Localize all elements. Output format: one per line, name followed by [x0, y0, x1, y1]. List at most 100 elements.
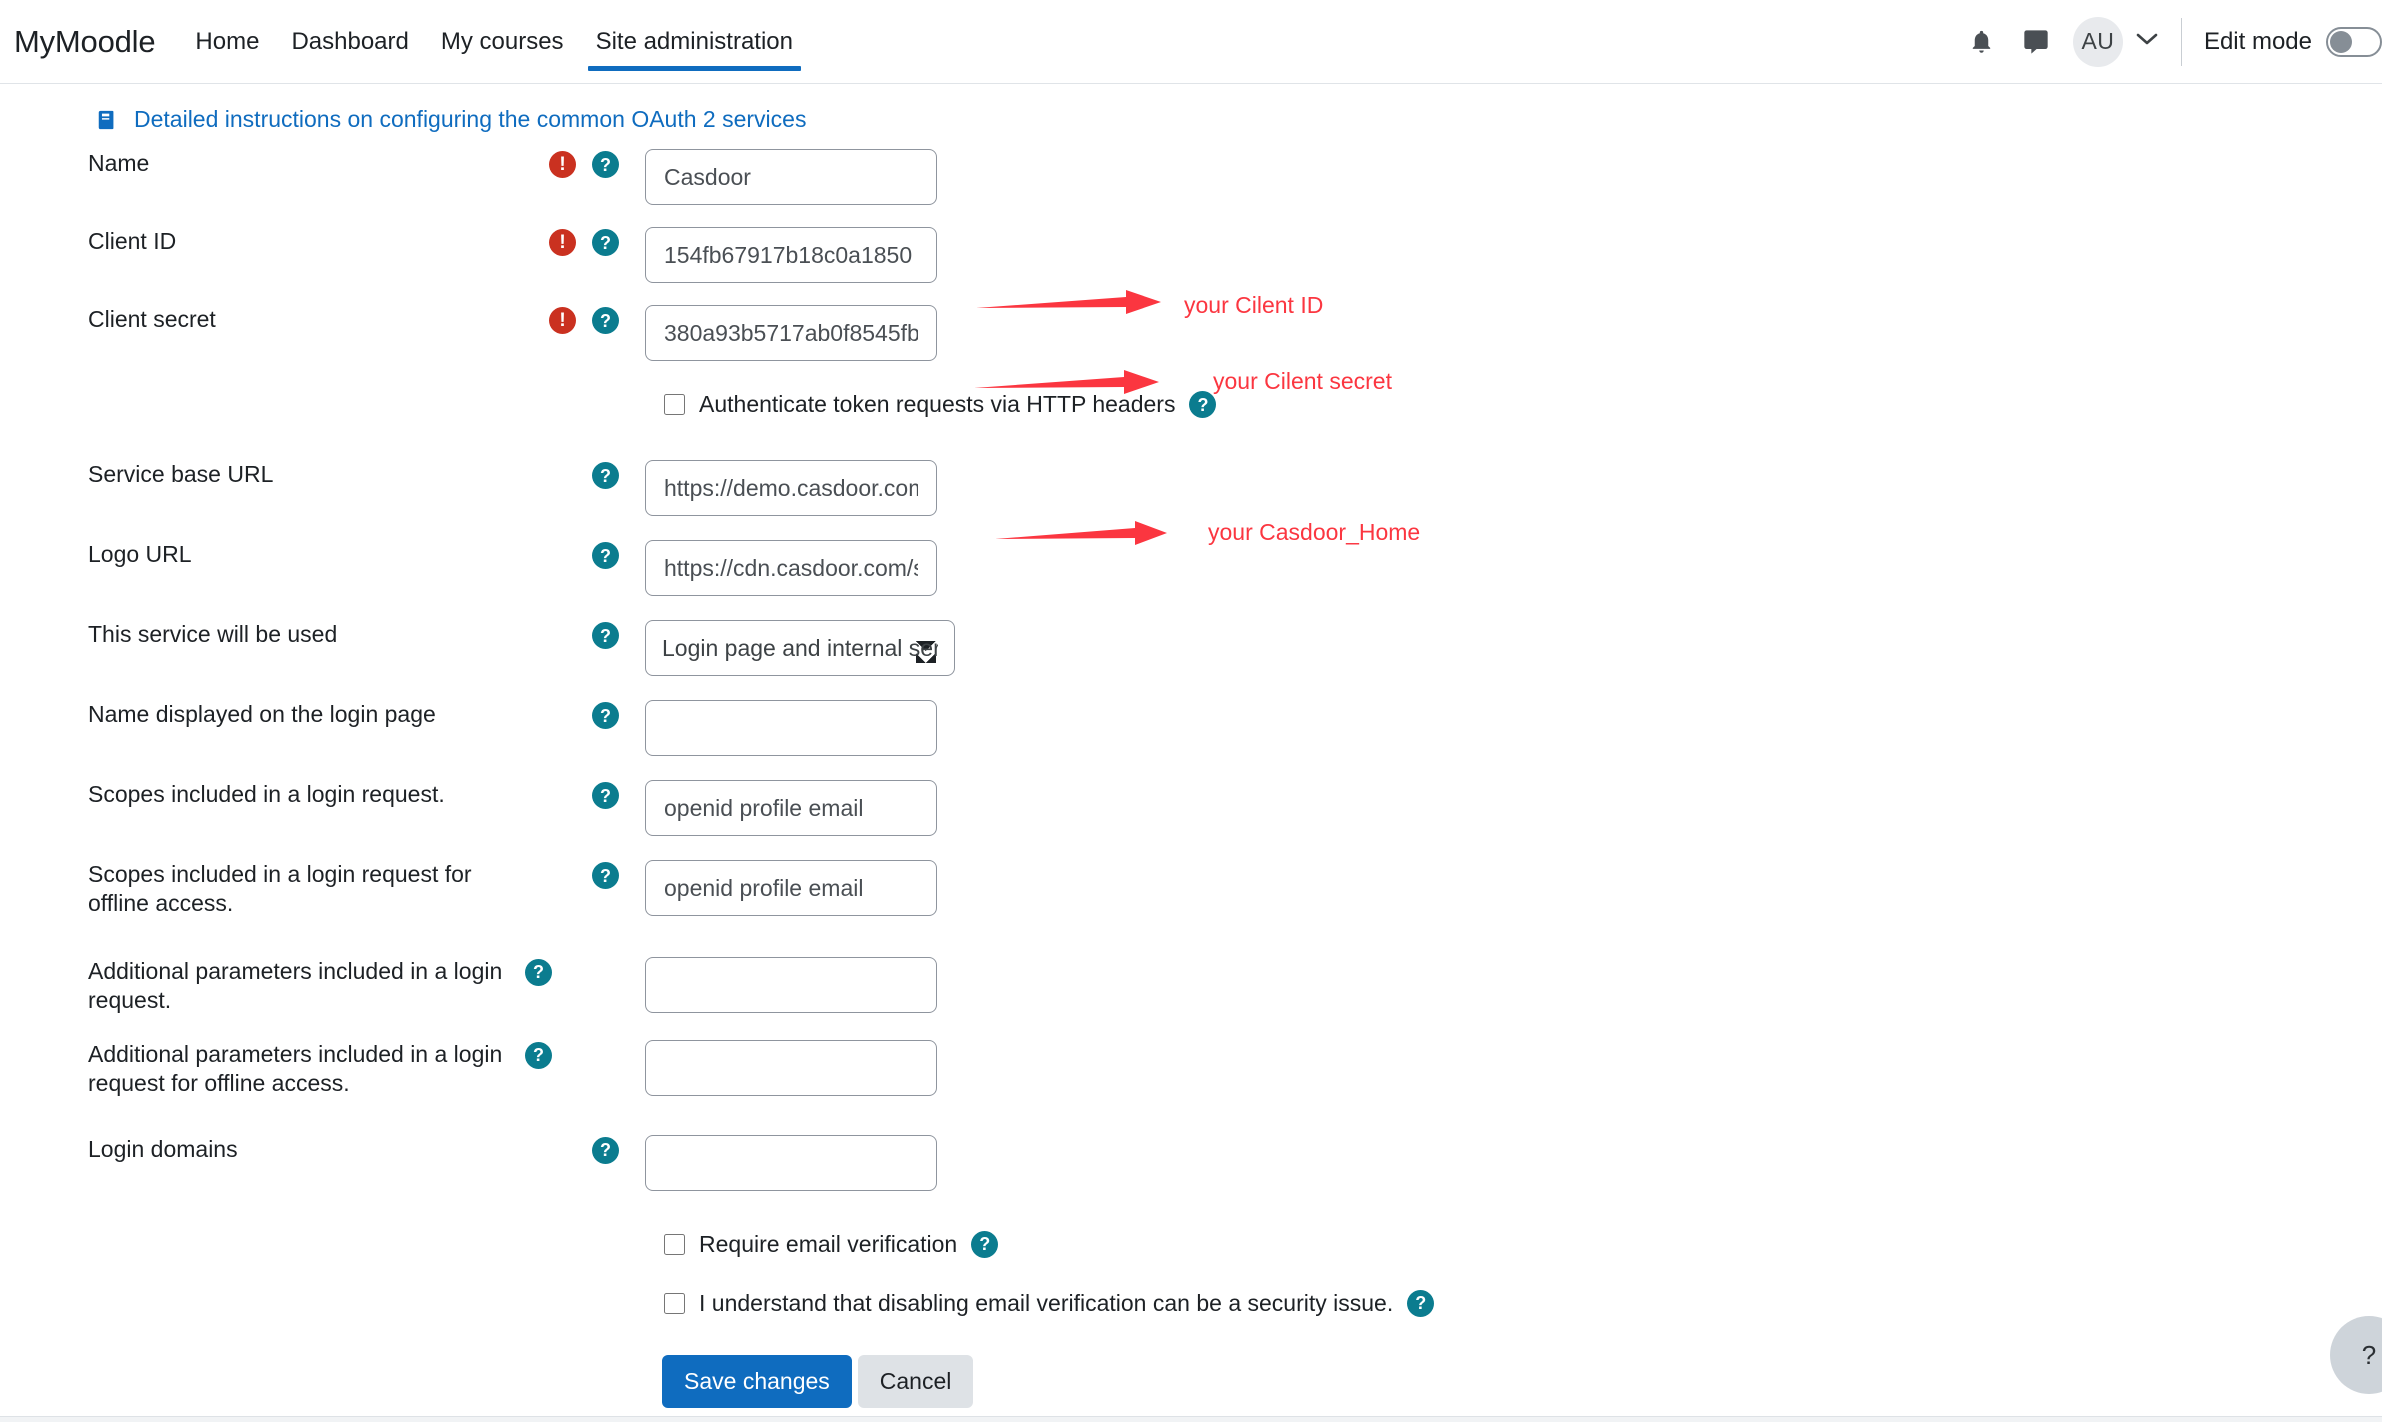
- toggle-knob: [2330, 30, 2352, 53]
- field-label-name: Name: [88, 150, 150, 176]
- field-control-client-secret: [645, 305, 2382, 361]
- field-icons-scopes-login: ?: [525, 780, 645, 809]
- field-label-scopes-offline: Scopes included in a login request for o…: [88, 861, 472, 917]
- help-icon[interactable]: ?: [971, 1230, 999, 1258]
- field-label-extra-params-offline: Additional parameters included in a logi…: [88, 1040, 503, 1097]
- help-icon[interactable]: ?: [592, 307, 619, 334]
- help-icon[interactable]: ?: [592, 1136, 619, 1164]
- help-icon[interactable]: ?: [592, 151, 619, 178]
- field-label-client-secret: Client secret: [88, 306, 216, 332]
- help-icon[interactable]: ?: [592, 702, 619, 729]
- nav-link-my-courses[interactable]: My courses: [425, 0, 580, 84]
- doc-link-row: Detailed instructions on configuring the…: [0, 84, 2382, 141]
- cancel-button[interactable]: Cancel: [857, 1354, 974, 1408]
- bottom-strip: [0, 1416, 2382, 1422]
- name-input[interactable]: [645, 149, 937, 205]
- edit-mode-control: Edit mode: [2203, 26, 2382, 57]
- form-row-client-id: Client ID ! ?: [0, 227, 2382, 283]
- field-icons-extra-params-offline: ?: [525, 1040, 645, 1069]
- bell-icon[interactable]: [1955, 15, 2009, 69]
- field-icons-login-domains: ?: [525, 1135, 645, 1164]
- field-icons-service-usage: ?: [525, 620, 645, 649]
- login-page-name-input[interactable]: [645, 700, 937, 756]
- help-icon[interactable]: ?: [592, 229, 619, 256]
- field-label-login-page-name: Name displayed on the login page: [88, 701, 436, 727]
- field-icons-service-base-url: ?: [525, 460, 645, 489]
- form-row-login-page-name: Name displayed on the login page ?: [0, 700, 2382, 756]
- form-row-name: Name ! ?: [0, 149, 2382, 205]
- authenticate-http-headers-label: Authenticate token requests via HTTP hea…: [699, 391, 1176, 417]
- service-base-url-input[interactable]: [645, 460, 937, 516]
- form-row-service-usage: This service will be used ? Login page a…: [0, 620, 2382, 676]
- extra-params-login-input[interactable]: [645, 956, 937, 1013]
- field-label-logo-url: Logo URL: [88, 541, 192, 567]
- help-icon[interactable]: ?: [592, 542, 619, 569]
- field-icons-client-id: ! ?: [525, 227, 645, 256]
- require-email-verification-checkbox[interactable]: [664, 1233, 685, 1255]
- navbar-divider: [2180, 17, 2182, 66]
- field-control-scopes-login: [645, 780, 2382, 836]
- nav-link-site-administration[interactable]: Site administration: [580, 0, 809, 84]
- checkbox-row-require-email-verification: Require email verification ?: [0, 1230, 2382, 1258]
- top-navbar: MyMoodle Home Dashboard My courses Site …: [0, 0, 2382, 84]
- help-icon[interactable]: ?: [525, 1041, 552, 1069]
- field-icons-scopes-offline: ?: [525, 860, 645, 889]
- help-icon[interactable]: ?: [592, 862, 619, 889]
- field-control-logo-url: [645, 540, 2382, 596]
- security-issue-ack-checkbox[interactable]: [664, 1292, 685, 1314]
- logo-url-input[interactable]: [645, 540, 937, 596]
- message-bubble-icon[interactable]: [2009, 15, 2063, 69]
- login-domains-input[interactable]: [645, 1134, 937, 1191]
- site-brand[interactable]: MyMoodle: [0, 24, 179, 60]
- help-icon[interactable]: ?: [592, 462, 619, 489]
- form-row-client-secret: Client secret ! ?: [0, 305, 2382, 361]
- field-control-client-id: [645, 227, 2382, 283]
- checkbox-row-security-ack: I understand that disabling email verifi…: [0, 1289, 2382, 1317]
- required-icon[interactable]: !: [549, 307, 576, 334]
- primary-nav: Home Dashboard My courses Site administr…: [179, 0, 809, 84]
- edit-mode-toggle[interactable]: [2326, 26, 2382, 57]
- field-icons-client-secret: ! ?: [525, 305, 645, 334]
- field-label-client-id: Client ID: [88, 228, 177, 254]
- page-content: Detailed instructions on configuring the…: [0, 84, 2382, 1422]
- service-usage-select[interactable]: Login page and internal servicesLogin pa…: [645, 620, 955, 676]
- book-icon: [96, 108, 118, 132]
- chevron-down-icon[interactable]: [2135, 31, 2159, 52]
- authenticate-http-headers-checkbox[interactable]: [664, 394, 685, 415]
- scopes-offline-input[interactable]: [645, 860, 937, 916]
- required-icon[interactable]: !: [549, 151, 576, 178]
- field-label-extra-params-login: Additional parameters included in a logi…: [88, 957, 503, 1014]
- scopes-login-input[interactable]: [645, 780, 937, 836]
- doc-link[interactable]: Detailed instructions on configuring the…: [134, 106, 806, 133]
- form-row-extra-params-offline: Additional parameters included in a logi…: [0, 1039, 2382, 1099]
- required-icon[interactable]: !: [549, 229, 576, 256]
- nav-link-dashboard[interactable]: Dashboard: [275, 0, 424, 84]
- field-label-login-domains: Login domains: [88, 1135, 238, 1162]
- field-control-login-page-name: [645, 700, 2382, 756]
- help-icon[interactable]: ?: [592, 622, 619, 649]
- extra-params-offline-input[interactable]: [645, 1039, 937, 1096]
- field-icons-login-page-name: ?: [525, 700, 645, 729]
- checkbox-row-http-headers: Authenticate token requests via HTTP hea…: [0, 391, 2382, 418]
- save-changes-button[interactable]: Save changes: [662, 1354, 852, 1408]
- field-icons-extra-params-login: ?: [525, 957, 645, 986]
- field-control-service-usage: Login page and internal servicesLogin pa…: [645, 620, 2382, 676]
- help-icon[interactable]: ?: [1407, 1289, 1435, 1317]
- navbar-right-cluster: AU Edit mode: [1955, 0, 2382, 84]
- help-icon[interactable]: ?: [592, 782, 619, 809]
- help-icon[interactable]: ?: [1189, 391, 1217, 418]
- field-control-service-base-url: [645, 460, 2382, 516]
- security-issue-ack-label: I understand that disabling email verifi…: [699, 1289, 1394, 1316]
- help-icon[interactable]: ?: [525, 958, 552, 986]
- field-control-name: [645, 149, 2382, 205]
- edit-mode-label: Edit mode: [2203, 27, 2312, 55]
- form-row-login-domains: Login domains ?: [0, 1134, 2382, 1191]
- form-action-buttons: Save changes Cancel: [0, 1354, 2382, 1408]
- field-control-extra-params-offline: [645, 1039, 2382, 1096]
- nav-link-home[interactable]: Home: [179, 0, 275, 84]
- client-secret-input[interactable]: [645, 305, 937, 361]
- field-control-extra-params-login: [645, 956, 2382, 1013]
- client-id-input[interactable]: [645, 227, 937, 283]
- avatar[interactable]: AU: [2072, 16, 2123, 67]
- field-control-scopes-offline: [645, 860, 2382, 916]
